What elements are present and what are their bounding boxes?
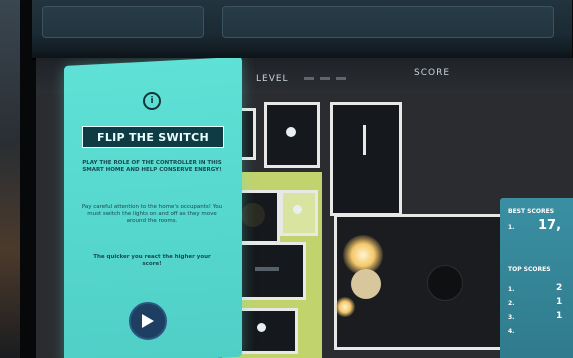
room[interactable] bbox=[334, 214, 510, 350]
game-title: FLIP THE SWITCH bbox=[82, 126, 224, 148]
level-pip bbox=[320, 77, 330, 80]
room[interactable] bbox=[330, 102, 402, 216]
scoreboard: BEST SCORES 1. 17, TOP SCORES 1. 2 2. 1 … bbox=[500, 198, 573, 358]
level-pip bbox=[304, 77, 314, 80]
upper-monitor-panel bbox=[222, 6, 554, 38]
light-fixture bbox=[351, 269, 381, 299]
game-screen: LEVEL SCORE i FLIP THE SWITCH PLAY THE R… bbox=[36, 58, 573, 358]
top-scores-title: TOP SCORES bbox=[508, 266, 551, 273]
table bbox=[427, 265, 463, 301]
top-score-row: 3. 1 bbox=[508, 311, 562, 321]
best-score-value: 17, bbox=[538, 218, 562, 233]
info-panel: i FLIP THE SWITCH PLAY THE ROLE OF THE C… bbox=[64, 58, 242, 358]
upper-monitor bbox=[32, 0, 572, 60]
top-score-value: 1 bbox=[556, 297, 563, 307]
play-icon bbox=[142, 314, 154, 328]
play-button[interactable] bbox=[129, 302, 167, 340]
light-fixture bbox=[286, 127, 296, 137]
interior-wall bbox=[363, 125, 366, 155]
top-score-rank: 2. bbox=[508, 300, 515, 307]
top-score-value: 1 bbox=[556, 311, 563, 321]
top-score-row: 1. 2 bbox=[508, 283, 562, 293]
info-icon[interactable]: i bbox=[143, 92, 161, 110]
top-score-row: 2. 1 bbox=[508, 297, 562, 307]
level-pip bbox=[336, 77, 346, 80]
level-indicator bbox=[304, 77, 346, 80]
top-score-rank: 3. bbox=[508, 314, 515, 321]
photo-left-edge bbox=[0, 0, 20, 358]
top-score-rank: 1. bbox=[508, 286, 515, 293]
furniture bbox=[255, 267, 279, 271]
level-label: LEVEL bbox=[256, 74, 289, 84]
instructions-text: Pay careful attention to the home's occu… bbox=[81, 204, 223, 224]
room[interactable] bbox=[280, 190, 318, 236]
top-score-row: 4. bbox=[508, 328, 514, 335]
table bbox=[241, 203, 265, 227]
score-label: SCORE bbox=[414, 68, 451, 78]
intro-text: PLAY THE ROLE OF THE CONTROLLER IN THIS … bbox=[82, 160, 222, 173]
light-fixture bbox=[293, 205, 302, 214]
best-scores-title: BEST SCORES bbox=[508, 208, 555, 215]
light-fixture bbox=[257, 323, 266, 332]
upper-monitor-panel bbox=[42, 6, 204, 38]
top-score-rank: 4. bbox=[508, 328, 515, 335]
room[interactable] bbox=[264, 102, 320, 168]
top-score-value: 2 bbox=[556, 283, 563, 293]
lit-bulb bbox=[335, 297, 355, 317]
floor-plan bbox=[222, 102, 512, 358]
tip-text: The quicker you react the higher your sc… bbox=[93, 254, 211, 267]
